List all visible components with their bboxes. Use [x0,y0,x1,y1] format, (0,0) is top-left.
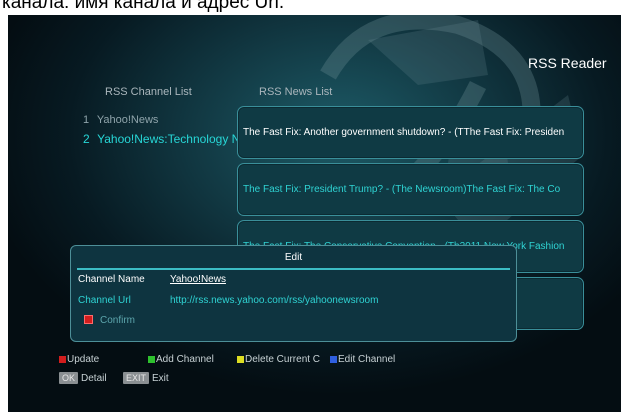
page-title: RSS Reader [528,55,607,71]
green-key-icon [148,356,155,363]
legend-update-label: Update [67,354,100,365]
dialog-title: Edit [284,252,303,263]
legend-delete-channel-label: Delete Current C [245,354,321,365]
yellow-key-icon [237,356,244,363]
channel-url-field[interactable]: http://rss.news.yahoo.com/rss/yahoonewsr… [170,295,378,306]
channel-list-header: RSS Channel List [105,86,192,98]
red-key-icon [59,356,66,363]
channel-item-1[interactable]: 1 Yahoo!News [83,114,158,126]
channel-url-label: Channel Url [78,295,131,306]
channel-number: 1 [83,114,90,126]
channel-label: Yahoo!News:Technology N [97,132,241,146]
legend-detail[interactable]: OK Detail [59,372,107,384]
exit-key-icon: EXIT [123,372,150,384]
news-item-1[interactable]: The Fast Fix: Another government shutdow… [237,106,584,159]
legend-update[interactable]: Update [59,354,99,365]
news-item-text: The Fast Fix: President Trump? - (The Ne… [243,184,561,195]
channel-number: 2 [83,132,90,146]
blue-key-icon [330,356,337,363]
legend-exit[interactable]: EXIT Exit [123,372,169,384]
dialog-divider [77,268,510,270]
news-list-header: RSS News List [259,86,333,98]
legend-add-channel-label: Add Channel [156,354,214,365]
channel-name-field[interactable]: Yahoo!News [170,274,226,285]
channel-item-2[interactable]: 2 Yahoo!News:Technology N [83,132,240,146]
edit-channel-dialog: Edit Channel Name Yahoo!News Channel Url… [70,245,517,342]
confirm-button[interactable]: Confirm [84,315,135,326]
red-key-icon [84,315,93,324]
confirm-label: Confirm [100,315,136,326]
channel-name-label: Channel Name [78,274,145,285]
legend-exit-label: Exit [152,373,169,384]
channel-label: Yahoo!News [96,114,159,126]
news-item-text: The Fast Fix: Another government shutdow… [243,127,565,138]
legend-detail-label: Detail [81,373,107,384]
news-item-2[interactable]: The Fast Fix: President Trump? - (The Ne… [237,163,584,216]
legend-edit-channel-label: Edit Channel [338,354,396,365]
rss-reader-screen: RSS Reader RSS Channel List RSS News Lis… [8,15,621,412]
legend-delete-channel[interactable]: Delete Current C [237,354,320,365]
ok-key-icon: OK [59,372,79,384]
page-caption: канала: имя канала и адрес Url. [2,0,285,13]
legend-edit-channel[interactable]: Edit Channel [330,354,395,365]
legend-add-channel[interactable]: Add Channel [148,354,214,365]
